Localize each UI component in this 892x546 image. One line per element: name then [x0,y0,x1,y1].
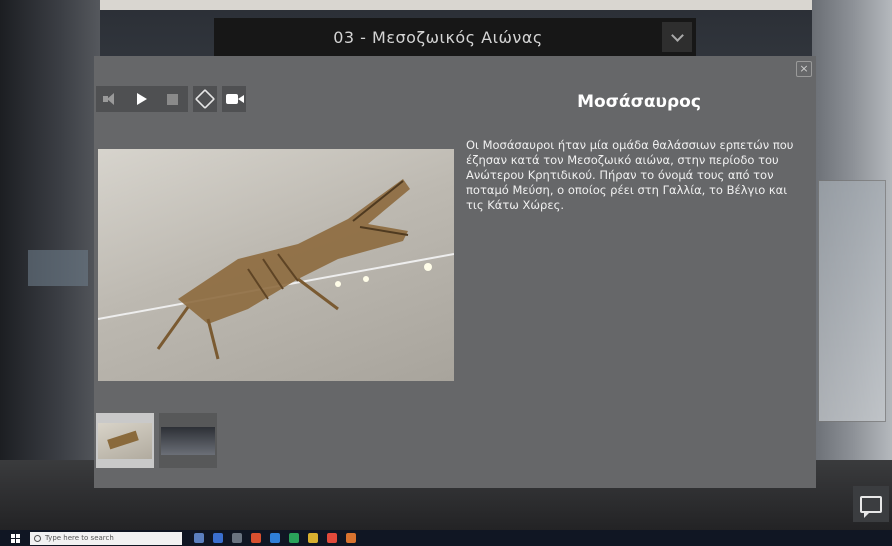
thumbnail-2[interactable] [159,413,217,468]
play-button[interactable] [130,86,154,112]
museum-background-left [0,0,100,530]
taskbar-app-icon[interactable] [289,533,299,543]
background-info-panel [28,250,88,286]
stop-button[interactable] [160,86,184,112]
taskbar-app-icon[interactable] [232,533,242,543]
taskbar-app-icon[interactable] [308,533,318,543]
museum-background-right [812,0,892,530]
taskbar-app-icon[interactable] [270,533,280,543]
media-toolbar [96,86,246,112]
3d-cube-icon [194,88,216,110]
chat-icon [860,495,882,518]
exhibit-photo [98,149,454,381]
section-title: 03 - Μεσοζωικός Αιώνας [333,27,543,47]
video-camera-icon [226,94,244,104]
sound-button[interactable] [100,86,124,112]
exhibit-description: Οι Μοσάσαυροι ήταν μία ομάδα θαλάσσιων ε… [466,138,794,212]
3d-view-button[interactable] [193,86,217,112]
play-icon [137,93,147,105]
exhibit-info-modal: × Μοσάσαυρος Οι Μοσάσαυροι ήταν μία ομάδ… [94,56,816,488]
taskbar-app-icon[interactable] [346,533,356,543]
mosasaur-skeleton-illustration [98,179,454,360]
taskbar-app-icon[interactable] [213,533,223,543]
thumbnail-gallery-image [161,426,215,455]
taskbar-app-icon[interactable] [251,533,261,543]
close-button[interactable]: × [796,61,812,77]
thumbnail-1[interactable] [96,413,154,468]
window-top-edge [0,0,892,10]
exhibit-title: Μοσάσαυρος [577,92,701,112]
image-thumbnails [96,413,217,468]
sound-icon [103,93,121,105]
audio-controls [96,86,188,112]
stop-icon [166,93,178,105]
taskbar-search-placeholder: Type here to search [45,534,114,542]
start-button[interactable] [6,530,24,546]
chat-button[interactable] [853,486,889,522]
taskbar-app-icon[interactable] [327,533,337,543]
background-display-case [818,180,886,422]
chevron-down-icon [670,28,684,42]
windows-logo-icon [10,533,20,543]
taskbar-search[interactable]: Type here to search [30,531,182,545]
section-dropdown-button[interactable] [662,22,692,52]
search-icon [34,534,41,542]
video-button[interactable] [222,86,246,112]
taskbar-apps [194,533,356,543]
thumbnail-skeleton-image [98,422,152,459]
section-selector[interactable]: 03 - Μεσοζωικός Αιώνας [214,18,696,56]
task-view-icon[interactable] [194,533,204,543]
windows-taskbar: Type here to search [0,530,892,546]
